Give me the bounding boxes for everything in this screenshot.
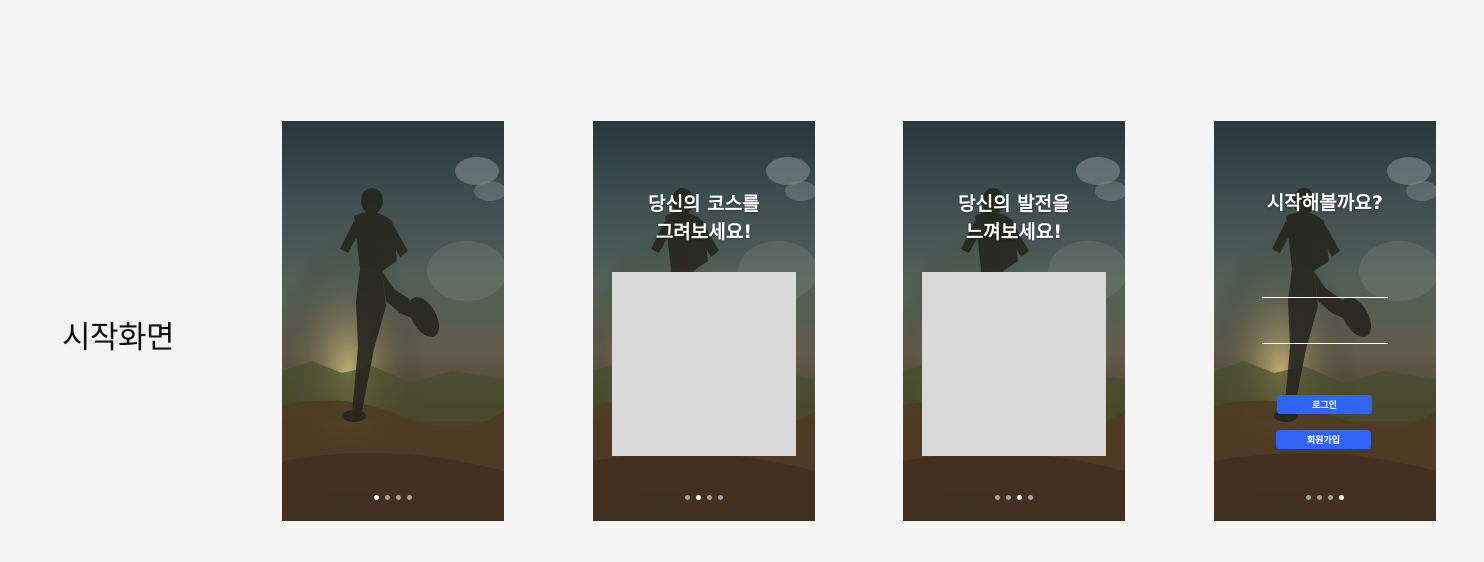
page-indicator: [903, 495, 1125, 500]
page-dot[interactable]: [396, 495, 401, 500]
headline-line: 그려보세요!: [655, 221, 753, 243]
page-indicator: [1214, 495, 1436, 500]
page-dot[interactable]: [407, 495, 412, 500]
page-indicator: [282, 495, 504, 500]
page-dot[interactable]: [1328, 495, 1333, 500]
image-placeholder: [612, 272, 796, 456]
id-input[interactable]: [1262, 297, 1388, 298]
headline-line: 느껴보세요!: [965, 221, 1063, 243]
splash-screen: [282, 121, 504, 521]
onboarding-headline: 당신의 코스를 그려보세요!: [593, 190, 815, 246]
page-dot[interactable]: [685, 495, 690, 500]
page-dot-active[interactable]: [1339, 495, 1344, 500]
photo-overlay: [282, 121, 504, 521]
page-dot[interactable]: [1028, 495, 1033, 500]
page-dot[interactable]: [1306, 495, 1311, 500]
page-dot-active[interactable]: [374, 495, 379, 500]
signup-button[interactable]: 회원가입: [1276, 430, 1371, 449]
onboarding-course-screen: 당신의 코스를 그려보세요!: [593, 121, 815, 521]
password-input[interactable]: [1262, 343, 1388, 344]
image-placeholder: [922, 272, 1106, 456]
onboarding-headline: 당신의 발전을 느껴보세요!: [903, 190, 1125, 246]
page-dot[interactable]: [1006, 495, 1011, 500]
page-dot[interactable]: [707, 495, 712, 500]
page-dot-active[interactable]: [1017, 495, 1022, 500]
page-dot[interactable]: [1317, 495, 1322, 500]
headline-line: 시작해볼까요?: [1267, 192, 1383, 214]
page-indicator: [593, 495, 815, 500]
headline-line: 당신의 코스를: [648, 193, 760, 215]
login-button[interactable]: 로그인: [1277, 395, 1372, 414]
photo-overlay: [1214, 121, 1436, 521]
onboarding-progress-screen: 당신의 발전을 느껴보세요!: [903, 121, 1125, 521]
login-headline: 시작해볼까요?: [1214, 189, 1436, 217]
page-dot[interactable]: [995, 495, 1000, 500]
login-screen: 시작해볼까요? 로그인 회원가입: [1214, 121, 1436, 521]
page-dot[interactable]: [385, 495, 390, 500]
section-title: 시작화면: [62, 320, 175, 356]
page-dot[interactable]: [718, 495, 723, 500]
page-dot-active[interactable]: [696, 495, 701, 500]
headline-line: 당신의 발전을: [958, 193, 1070, 215]
